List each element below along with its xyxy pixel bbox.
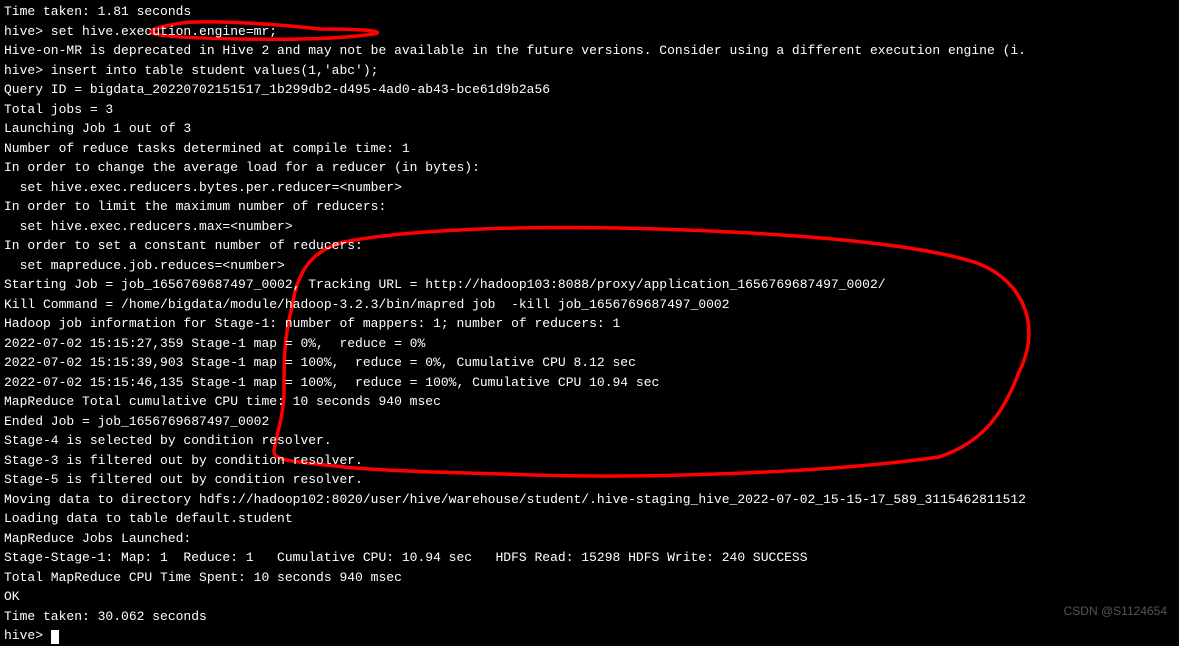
terminal-line: Starting Job = job_1656769687497_0002, T…	[4, 275, 1175, 295]
terminal-line: hive> set hive.execution.engine=mr;	[4, 22, 1175, 42]
terminal-line: Ended Job = job_1656769687497_0002	[4, 412, 1175, 432]
terminal-line: Hadoop job information for Stage-1: numb…	[4, 314, 1175, 334]
terminal-line: Hive-on-MR is deprecated in Hive 2 and m…	[4, 41, 1175, 61]
watermark: CSDN @S1124654	[1064, 602, 1167, 620]
terminal-line: set hive.exec.reducers.bytes.per.reducer…	[4, 178, 1175, 198]
terminal-line: 2022-07-02 15:15:39,903 Stage-1 map = 10…	[4, 353, 1175, 373]
terminal-line: Query ID = bigdata_20220702151517_1b299d…	[4, 80, 1175, 100]
terminal-line: Stage-4 is selected by condition resolve…	[4, 431, 1175, 451]
terminal-line: 2022-07-02 15:15:27,359 Stage-1 map = 0%…	[4, 334, 1175, 354]
terminal-line: set hive.exec.reducers.max=<number>	[4, 217, 1175, 237]
terminal-container[interactable]: Time taken: 1.81 seconds hive> set hive.…	[4, 2, 1175, 623]
terminal-line: Time taken: 30.062 seconds	[4, 607, 1175, 627]
terminal-line: In order to change the average load for …	[4, 158, 1175, 178]
terminal-line: Time taken: 1.81 seconds	[4, 2, 1175, 22]
terminal-line: In order to set a constant number of red…	[4, 236, 1175, 256]
terminal-line: Stage-5 is filtered out by condition res…	[4, 470, 1175, 490]
terminal-line: In order to limit the maximum number of …	[4, 197, 1175, 217]
terminal-line: Launching Job 1 out of 3	[4, 119, 1175, 139]
terminal-line: hive> insert into table student values(1…	[4, 61, 1175, 81]
terminal-line: Loading data to table default.student	[4, 509, 1175, 529]
terminal-line: Stage-Stage-1: Map: 1 Reduce: 1 Cumulati…	[4, 548, 1175, 568]
terminal-prompt-line[interactable]: hive>	[4, 626, 1175, 646]
terminal-line: OK	[4, 587, 1175, 607]
prompt-text: hive>	[4, 628, 51, 643]
terminal-line: 2022-07-02 15:15:46,135 Stage-1 map = 10…	[4, 373, 1175, 393]
terminal-line: Total MapReduce CPU Time Spent: 10 secon…	[4, 568, 1175, 588]
terminal-line: MapReduce Total cumulative CPU time: 10 …	[4, 392, 1175, 412]
terminal-line: Number of reduce tasks determined at com…	[4, 139, 1175, 159]
cursor	[51, 630, 59, 644]
terminal-line: MapReduce Jobs Launched:	[4, 529, 1175, 549]
terminal-line: Total jobs = 3	[4, 100, 1175, 120]
terminal-line: Kill Command = /home/bigdata/module/hado…	[4, 295, 1175, 315]
terminal-line: Moving data to directory hdfs://hadoop10…	[4, 490, 1175, 510]
terminal-line: Stage-3 is filtered out by condition res…	[4, 451, 1175, 471]
terminal-line: set mapreduce.job.reduces=<number>	[4, 256, 1175, 276]
